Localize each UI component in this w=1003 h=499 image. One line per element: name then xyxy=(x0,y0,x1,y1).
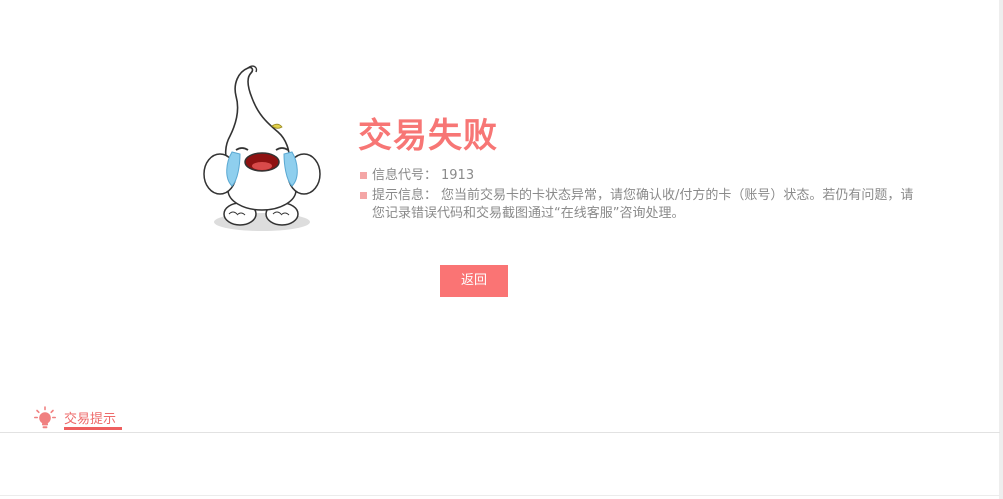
bullet-square-icon xyxy=(360,172,367,179)
result-title: 交易失败 xyxy=(358,116,498,156)
tip-message-label: 提示信息： xyxy=(372,188,438,203)
tip-message-text: 您当前交易卡的卡状态异常，请您确认收/付方的卡（账号）状态。若仍有问题，请您记录… xyxy=(372,188,914,221)
back-button[interactable]: 返回 xyxy=(440,265,508,297)
bullet-square-icon xyxy=(360,192,367,199)
lightbulb-icon xyxy=(34,406,56,429)
error-code-label: 信息代号： xyxy=(372,168,438,183)
result-info: 信息代号： 1913 提示信息： 您当前交易卡的卡状态异常，请您确认收/付方的卡（账… xyxy=(360,167,920,223)
tab-active-underline xyxy=(64,427,122,430)
bottom-divider xyxy=(0,495,1000,496)
error-code-line: 信息代号： 1913 xyxy=(360,167,920,185)
crying-mascot-icon xyxy=(203,65,321,231)
error-code-value: 1913 xyxy=(441,168,475,183)
tip-message-line: 提示信息： 您当前交易卡的卡状态异常，请您确认收/付方的卡（账号）状态。若仍有问题… xyxy=(360,187,920,223)
tips-tab-bar xyxy=(0,400,1000,433)
tab-trade-tips[interactable]: 交易提示 xyxy=(64,408,116,427)
